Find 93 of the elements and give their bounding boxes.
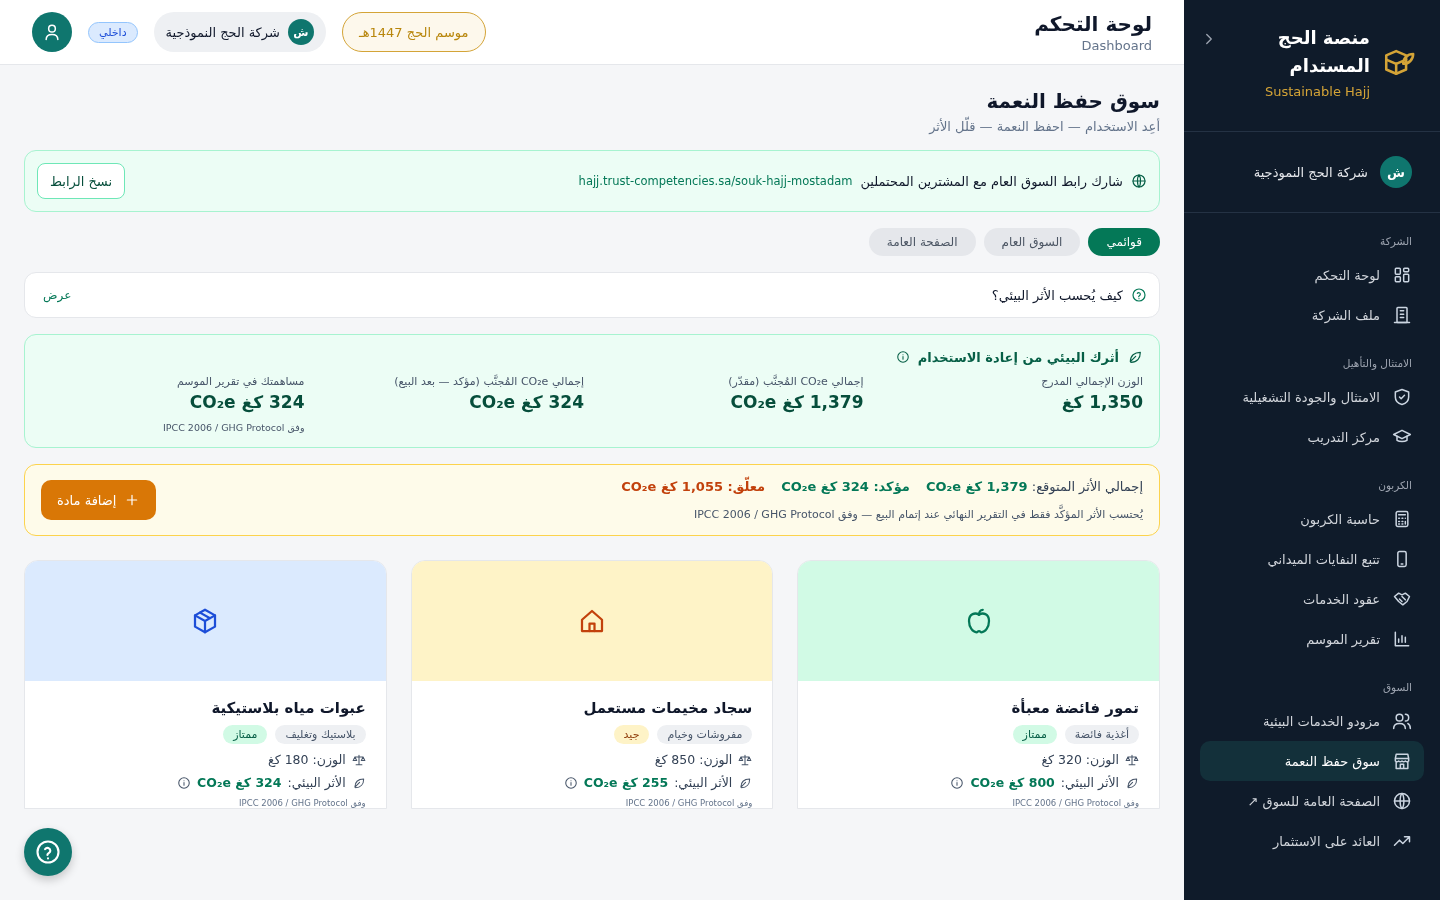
grid-icon (1392, 265, 1412, 285)
listing-title: عبوات مياه بلاستيكية (211, 699, 366, 717)
help-icon (1131, 287, 1147, 303)
header-subtitle: Dashboard (1081, 37, 1152, 53)
stat-value: 324 كغ CO₂e (189, 392, 305, 412)
expected-value: 1,379 كغ CO₂e (925, 479, 1028, 494)
scale-icon (738, 752, 753, 767)
confirmed-value: مؤكد: 324 كغ CO₂e (781, 479, 910, 494)
page-title: سوق حفظ النعمة (985, 89, 1160, 113)
app-title: منصة الحج المستدام (1276, 26, 1370, 78)
shield-icon (1392, 387, 1412, 407)
expected-label: إجمالي الأثر المتوقع: (1031, 479, 1143, 494)
method-note: وفق IPCC 2006 / GHG Protocol (625, 798, 753, 808)
stat-value: 1,379 كغ CO₂e (730, 392, 864, 412)
scale-icon (351, 752, 366, 767)
nav-section-label: الشركة (1379, 234, 1413, 250)
grade-tag: جيد (613, 725, 650, 744)
share-text: شارك رابط السوق العام مع المشترين المحتملين (860, 173, 1123, 189)
impact-value: 324 كغ CO₂e (197, 775, 282, 790)
info-icon (895, 350, 910, 364)
sidebar-item[interactable]: سوق حفظ النعمة (1200, 741, 1424, 781)
stat-label: إجمالي CO₂e المُجنَّب (مؤكد — بعد البيع) (394, 375, 584, 388)
tab[interactable]: قوائمي (1088, 228, 1160, 256)
grade-tag: ممتاز (223, 725, 268, 744)
faq-question: كيف يُحسب الأثر البيئي؟ (990, 287, 1123, 303)
weight-text: الوزن: 850 كغ (654, 752, 733, 767)
role-badge: داخلي (88, 21, 138, 43)
category-tag: بلاستيك وتغليف (275, 725, 366, 744)
method-note: وفق IPCC 2006 / GHG Protocol (1012, 798, 1139, 808)
help-icon (34, 838, 62, 866)
help-button[interactable] (24, 828, 72, 876)
leaf-icon (351, 775, 366, 790)
header-title: لوحة التحكم (1034, 11, 1152, 36)
category-tag: أغذية فائضة (1064, 725, 1139, 744)
stat-value: 324 كغ CO₂e (469, 392, 584, 412)
sidebar-item[interactable]: لوحة التحكم (1200, 255, 1424, 295)
sidebar-item[interactable]: حاسبة الكربون (1200, 499, 1424, 539)
info-icon (177, 775, 192, 790)
calculator-icon (1392, 509, 1412, 529)
company-avatar: ش (287, 19, 314, 45)
info-icon (950, 775, 965, 790)
show-link[interactable]: عرض (37, 287, 78, 303)
listing-title: سجاد مخيمات مستعمل (583, 699, 753, 717)
company-name: شركة الحج النموذجية (165, 24, 280, 40)
impact-value: 255 كغ CO₂e (583, 775, 669, 790)
method-note: وفق IPCC 2006 / GHG Protocol (239, 798, 366, 808)
copy-link-button[interactable]: نسخ الرابط (37, 163, 126, 199)
info-icon (563, 775, 578, 790)
user-icon (42, 22, 62, 42)
nav-section-label: الكربون (1377, 478, 1413, 494)
sidebar-item[interactable]: ملف الشركة (1200, 295, 1424, 335)
sidebar-item[interactable]: العائد على الاستثمار (1200, 821, 1424, 861)
bar-chart-icon (1392, 629, 1412, 649)
building-icon (1392, 305, 1412, 325)
users-icon (1392, 711, 1412, 731)
sidebar-item[interactable]: الصفحة العامة للسوق ↗ (1200, 781, 1424, 821)
globe-icon (1392, 791, 1412, 811)
stat-label: مساهمتك في تقرير الموسم (176, 375, 305, 388)
impact-label: الأثر البيئي: (674, 775, 733, 790)
weight-text: الوزن: 180 كغ (268, 752, 346, 767)
nav-section-label: الامتثال والتأهيل (1341, 355, 1413, 372)
grade-tag: ممتاز (1012, 725, 1057, 744)
sidebar-item[interactable]: تتبع النفايات الميداني (1200, 539, 1424, 579)
stat-label: إجمالي CO₂e المُجنَّب (مقدّر) (728, 375, 864, 388)
leaf-icon (1127, 349, 1143, 365)
impact-value: 800 كغ CO₂e (970, 775, 1055, 790)
sidebar-item[interactable]: تقرير الموسم (1200, 619, 1424, 659)
leaf-icon (738, 775, 753, 790)
tab[interactable]: الصفحة العامة (868, 228, 976, 256)
stat-label: الوزن الإجمالي المدرج (1041, 375, 1143, 388)
scale-icon (1125, 752, 1139, 767)
impact-label: الأثر البيئي: (287, 775, 346, 790)
weight-text: الوزن: 320 كغ (1041, 752, 1119, 767)
category-tag: مفروشات وخيام (657, 725, 753, 744)
stat-value: 1,350 كغ (1061, 392, 1143, 412)
share-url[interactable]: hajj.trust-competencies.sa/souk-hajj-mostadam (133, 174, 853, 188)
impact-title: أثرك البيئي من إعادة الاستخدام (917, 349, 1119, 365)
sidebar-item[interactable]: عقود الخدمات (1200, 579, 1424, 619)
globe-icon (1131, 173, 1147, 189)
listing-title: تمور فائضة معبأة (1011, 699, 1139, 717)
leaf-icon (1125, 775, 1139, 790)
sidebar-item[interactable]: مركز التدريب (1200, 417, 1424, 457)
app-subtitle: Sustainable Hajj (1264, 84, 1370, 99)
impact-label: الأثر البيئي: (1060, 775, 1119, 790)
sidebar-item[interactable]: مزودو الخدمات البيئية (1200, 701, 1424, 741)
stat-note: وفق IPCC 2006 / GHG Protocol (163, 422, 305, 433)
user-button[interactable] (32, 12, 72, 52)
company-avatar: ش (1380, 156, 1412, 188)
sidebar-item[interactable]: الامتثال والجودة التشغيلية (1200, 377, 1424, 417)
store-icon (1392, 751, 1412, 771)
nav-section-label: السوق (1381, 680, 1413, 696)
company-name: شركة الحج النموذجية (1253, 164, 1368, 180)
tab[interactable]: السوق العام (983, 228, 1081, 256)
